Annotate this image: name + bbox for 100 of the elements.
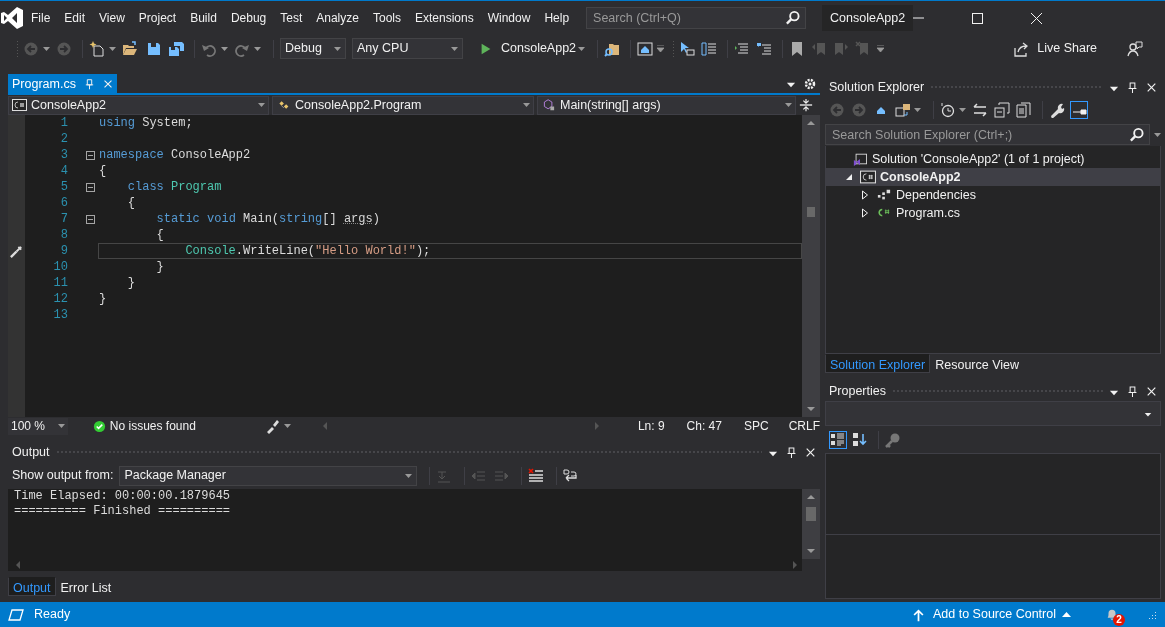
close-icon[interactable] — [1031, 12, 1043, 24]
platform-dropdown[interactable]: Any CPU — [352, 38, 463, 59]
menu-item[interactable]: View — [92, 9, 132, 27]
caret-up-icon[interactable] — [1062, 612, 1071, 617]
show-all-files-icon[interactable] — [1016, 102, 1032, 118]
close-icon[interactable] — [1146, 386, 1157, 397]
feedback-icon[interactable] — [1127, 40, 1143, 57]
collapse-icon[interactable] — [86, 150, 95, 160]
word-wrap-icon[interactable] — [563, 467, 580, 484]
maximize-icon[interactable] — [972, 12, 984, 24]
caret-icon[interactable] — [57, 424, 65, 428]
issues-status[interactable]: No issues found — [109, 417, 196, 435]
split-icon[interactable] — [799, 98, 813, 112]
source-control-button[interactable]: Add to Source Control — [933, 605, 1056, 624]
menu-item[interactable]: Project — [131, 9, 184, 27]
scrollbar-thumb[interactable] — [806, 507, 816, 521]
caret-icon[interactable] — [785, 103, 792, 107]
folder-icon[interactable] — [122, 40, 138, 57]
new-item-icon[interactable] — [89, 40, 105, 57]
pin-icon[interactable] — [1127, 385, 1138, 398]
menu-item[interactable]: Tools — [365, 9, 408, 27]
scroll-down-icon[interactable] — [806, 547, 816, 555]
live-share-button[interactable]: Live Share — [1013, 39, 1097, 58]
close-icon[interactable] — [805, 447, 816, 458]
vertical-scrollbar[interactable] — [802, 489, 820, 559]
panel-tab[interactable]: Solution Explorer — [825, 354, 931, 373]
vertical-scrollbar[interactable] — [802, 115, 820, 417]
search-field[interactable]: Search (Ctrl+Q) — [586, 7, 807, 29]
menu-item[interactable]: Window — [480, 9, 538, 27]
browser-icon[interactable] — [637, 40, 654, 57]
zoom-dropdown[interactable]: 100 % — [8, 417, 68, 435]
panel-tab[interactable]: Resource View — [930, 354, 1025, 373]
screwdriver-icon[interactable] — [9, 243, 24, 259]
panel-tab[interactable]: Output — [8, 577, 56, 596]
menu-item[interactable]: Analyze — [309, 9, 366, 27]
tree-item[interactable]: ConsoleApp2 — [826, 168, 1160, 186]
navigation-dropdown[interactable]: ConsoleApp2 — [8, 95, 269, 115]
pointer-icon[interactable] — [679, 40, 696, 57]
caret-icon[interactable] — [451, 46, 458, 51]
caret-icon[interactable] — [959, 108, 966, 112]
swap-icon[interactable] — [972, 102, 988, 118]
start-button[interactable]: ConsoleApp2 — [477, 39, 579, 58]
preview-icon[interactable] — [1071, 102, 1087, 118]
pin-icon[interactable] — [1127, 81, 1138, 94]
caret-icon[interactable] — [283, 424, 291, 428]
panel-tab[interactable]: Error List — [55, 577, 117, 596]
menu-item[interactable]: Build — [183, 9, 224, 27]
close-icon[interactable] — [1146, 82, 1157, 93]
overflow-icon[interactable] — [877, 45, 885, 52]
caret-icon[interactable] — [914, 108, 921, 112]
scroll-down-icon[interactable] — [806, 405, 816, 413]
caret-icon[interactable] — [334, 46, 341, 51]
menu-item[interactable]: Help — [537, 9, 577, 27]
caret-icon[interactable] — [258, 103, 265, 107]
history-icon[interactable] — [940, 102, 956, 118]
search-field[interactable]: Search Solution Explorer (Ctrl+;) — [825, 124, 1150, 145]
caret-icon[interactable] — [405, 473, 413, 478]
search-icon[interactable] — [1129, 127, 1144, 142]
caret-icon[interactable] — [1154, 132, 1161, 137]
indent-icon[interactable] — [734, 40, 751, 57]
alphabetical-icon[interactable] — [852, 431, 868, 448]
save-all-icon[interactable] — [168, 40, 184, 57]
caret-icon[interactable] — [523, 103, 530, 107]
caret-icon[interactable] — [221, 46, 228, 51]
scroll-up-icon[interactable] — [806, 119, 816, 127]
configuration-dropdown[interactable]: Debug — [280, 38, 346, 59]
collapse-icon[interactable] — [86, 214, 95, 224]
tree-item[interactable]: Program.cs — [826, 204, 1160, 222]
tree-item[interactable]: Dependencies — [826, 186, 1160, 204]
collapsed-icon[interactable] — [860, 208, 870, 218]
categorized-icon[interactable] — [830, 431, 846, 448]
save-icon[interactable] — [146, 40, 162, 57]
navigation-dropdown[interactable]: Main(string[] args) — [537, 95, 796, 115]
collapse-icon[interactable] — [86, 182, 95, 192]
output-source-dropdown[interactable]: Package Manager — [119, 465, 418, 486]
property-pages-icon[interactable] — [885, 431, 901, 448]
properties-icon[interactable] — [1049, 102, 1065, 118]
menu-item[interactable]: File — [24, 9, 58, 27]
line-endings[interactable]: CRLF — [788, 417, 820, 435]
menu-item[interactable]: Edit — [57, 9, 93, 27]
list-icon[interactable] — [701, 40, 718, 57]
menu-item[interactable]: Debug — [223, 9, 274, 27]
caret-icon[interactable] — [43, 46, 50, 51]
menu-item[interactable]: Test — [273, 9, 310, 27]
caret-icon[interactable] — [109, 46, 116, 51]
navigation-dropdown[interactable]: ConsoleApp2.Program — [272, 95, 534, 115]
comment-icon[interactable] — [756, 40, 773, 57]
caret-icon[interactable] — [254, 46, 261, 51]
scroll-up-icon[interactable] — [806, 493, 816, 501]
collapse-all-icon[interactable] — [994, 102, 1010, 118]
menu-item[interactable]: Extensions — [408, 9, 481, 27]
tree-item[interactable]: Solution 'ConsoleApp2' (1 of 1 project) — [826, 150, 1160, 168]
collapsed-icon[interactable] — [860, 190, 870, 200]
clear-all-icon[interactable] — [528, 467, 545, 484]
sync-icon[interactable] — [895, 102, 911, 118]
expanded-icon[interactable] — [844, 172, 854, 182]
pin-icon[interactable] — [786, 446, 797, 459]
search-icon[interactable] — [785, 10, 801, 26]
settings-icon[interactable] — [804, 78, 816, 90]
whitespace-mode[interactable]: SPC — [743, 417, 769, 435]
